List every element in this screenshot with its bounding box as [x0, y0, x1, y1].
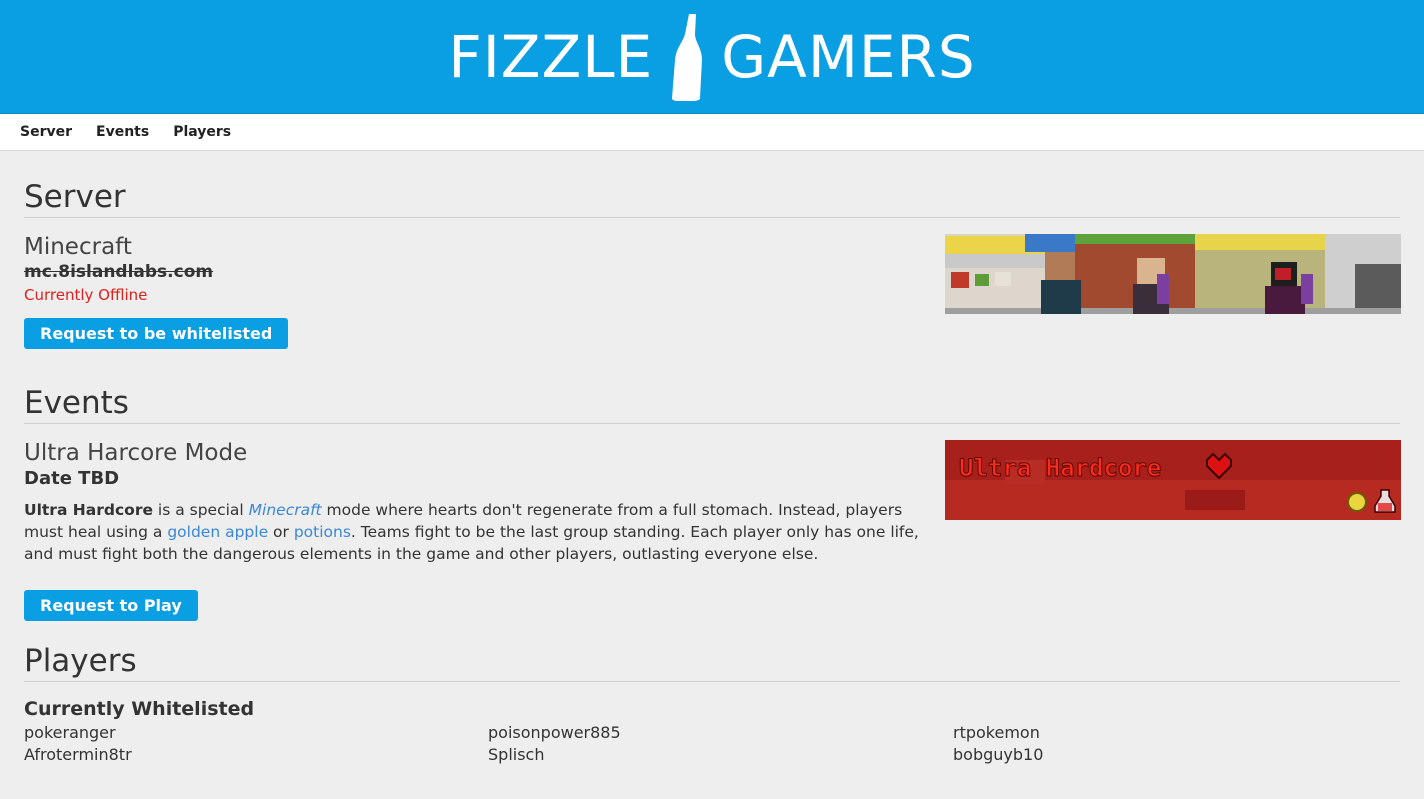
- server-host: mc.8islandlabs.com: [24, 262, 214, 282]
- events-section-title: Events: [24, 385, 1400, 424]
- whitelisted-players-list: pokeranger Afrotermin8tr poisonpower885 …: [24, 722, 1400, 766]
- player-name: poisonpower885: [488, 723, 621, 742]
- player-name: rtpokemon: [953, 723, 1040, 742]
- main-nav: Server Events Players: [0, 114, 1424, 151]
- nav-item-server[interactable]: Server: [20, 124, 72, 140]
- server-status: Currently Offline: [24, 286, 148, 304]
- nav-item-events[interactable]: Events: [96, 124, 149, 140]
- ultra-hardcore-banner-image: Ultra Hardcore: [945, 440, 1401, 520]
- event-date: Date TBD: [24, 468, 120, 489]
- brand-right-text: GAMERS: [721, 22, 976, 91]
- request-to-play-button[interactable]: Request to Play: [24, 590, 198, 621]
- player-name: pokeranger: [24, 723, 116, 742]
- desc-text-3: or: [268, 523, 294, 541]
- server-game-name: Minecraft: [24, 234, 132, 260]
- request-whitelist-button[interactable]: Request to be whitelisted: [24, 318, 289, 349]
- golden-apple-link[interactable]: golden apple: [167, 523, 268, 541]
- server-screenshot-image: [945, 234, 1401, 314]
- players-column-1: pokeranger Afrotermin8tr: [24, 722, 488, 766]
- desc-text-1: is a special: [152, 501, 249, 519]
- potions-link[interactable]: potions: [294, 523, 351, 541]
- site-header: FIZZLE GAMERS: [0, 0, 1424, 114]
- players-section-title: Players: [24, 643, 1400, 682]
- desc-bold-ultra-hardcore: Ultra Hardcore: [24, 501, 153, 519]
- event-mode-title: Ultra Harcore Mode: [24, 440, 248, 466]
- event-description: Ultra Hardcore is a special Minecraft mo…: [24, 499, 924, 565]
- server-section-title: Server: [24, 179, 1400, 218]
- site-logo[interactable]: FIZZLE GAMERS: [448, 12, 975, 102]
- players-column-3: rtpokemon bobguyb10: [953, 722, 1413, 766]
- bottle-icon: [672, 13, 703, 101]
- players-column-2: poisonpower885 Splisch: [488, 722, 953, 766]
- brand-left-text: FIZZLE: [448, 22, 654, 91]
- banner-title-text: Ultra Hardcore: [959, 454, 1161, 482]
- nav-item-players[interactable]: Players: [173, 124, 231, 140]
- player-name: bobguyb10: [953, 745, 1044, 764]
- minecraft-link[interactable]: Minecraft: [249, 501, 322, 519]
- player-name: Afrotermin8tr: [24, 745, 132, 764]
- main-content: Server Minecraft mc.8islandlabs.com Curr…: [0, 179, 1424, 766]
- whitelist-title: Currently Whitelisted: [24, 698, 255, 720]
- player-name: Splisch: [488, 745, 545, 764]
